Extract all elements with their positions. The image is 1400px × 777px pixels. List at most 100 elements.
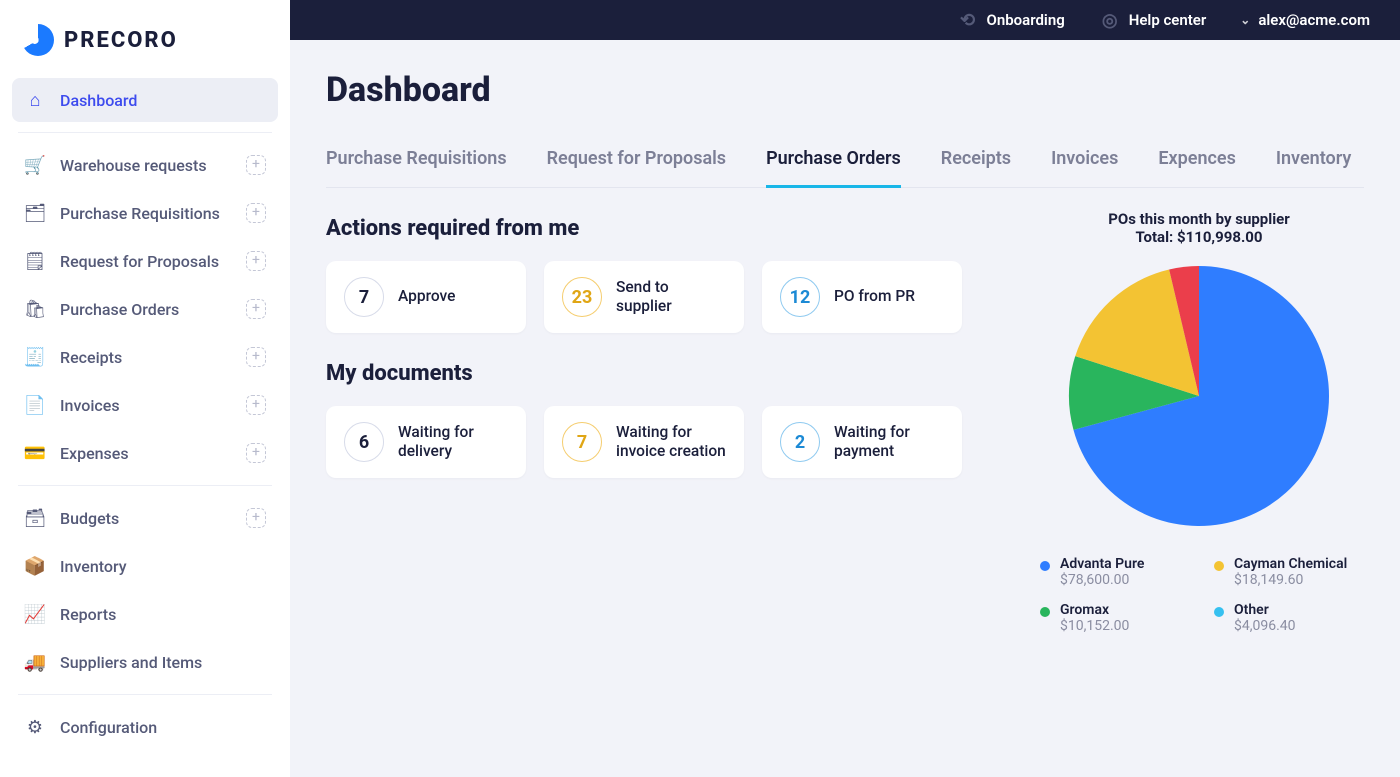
help-label: Help center: [1129, 11, 1207, 29]
add-icon[interactable]: +: [246, 251, 266, 271]
sidebar-item-dashboard[interactable]: ⌂ Dashboard: [12, 78, 278, 122]
legend-name: Advanta Pure: [1060, 556, 1144, 572]
config-icon: ⚙: [24, 716, 46, 738]
sidebar-item-label: Invoices: [60, 396, 120, 415]
help-center-link[interactable]: ◎ Help center: [1099, 9, 1207, 31]
orders-icon: 🛍: [24, 298, 46, 320]
mydocs-cards: 6 Waiting for delivery 7Waiting for invoic…: [326, 406, 994, 478]
sidebar-item-purchase-requisitions[interactable]: 🗂 Purchase Requisitions +: [12, 191, 278, 235]
tab-invoices[interactable]: Invoices: [1051, 134, 1118, 188]
card-label: Approve: [398, 287, 455, 306]
topbar: ⟲ Onboarding ◎ Help center ⌄ alex@acme.c…: [290, 0, 1400, 40]
sidebar-item-label: Suppliers and Items: [60, 653, 202, 672]
sidebar-item-label: Inventory: [60, 557, 127, 576]
tab-purchase-orders[interactable]: Purchase Orders: [766, 134, 901, 188]
user-email: alex@acme.com: [1258, 11, 1370, 29]
count-badge: 7: [344, 277, 384, 317]
action-card-po-from-pr[interactable]: 12PO from PR: [762, 261, 962, 333]
requisition-icon: 🗂: [24, 202, 46, 224]
sidebar-item-budgets[interactable]: 🗃Budgets+: [12, 496, 278, 540]
page-title: Dashboard: [326, 70, 1364, 110]
mydoc-card-waiting-for-invoice-creation[interactable]: 7Waiting for invoice creation: [544, 406, 744, 478]
chart-subtitle: Total: $110,998.00: [1034, 228, 1364, 246]
onboarding-link[interactable]: ⟲ Onboarding: [957, 9, 1065, 31]
legend-item-other: Other$4,096.40: [1214, 602, 1358, 634]
brand-logo[interactable]: PRECORO: [10, 18, 280, 74]
sidebar-item-label: Receipts: [60, 348, 122, 367]
tab-purchase-requisitions[interactable]: Purchase Requisitions: [326, 134, 507, 188]
sidebar-item-inventory[interactable]: 📦 Inventory: [12, 544, 278, 588]
nav-divider: [18, 132, 272, 133]
rocket-icon: ⟲: [957, 9, 979, 31]
add-icon[interactable]: +: [246, 203, 266, 223]
tab-receipts[interactable]: Receipts: [941, 134, 1011, 188]
sidebar-item-reports[interactable]: 📈Reports: [12, 592, 278, 636]
tab-request-for-proposals[interactable]: Request for Proposals: [547, 134, 726, 188]
tab-inventory[interactable]: Inventory: [1276, 134, 1351, 188]
main: ⟲ Onboarding ◎ Help center ⌄ alex@acme.c…: [290, 0, 1400, 777]
action-card-approve[interactable]: 7 Approve: [326, 261, 526, 333]
mydoc-card-waiting-for-payment[interactable]: 2 Waiting for payment: [762, 406, 962, 478]
sidebar-item-label: Purchase Requisitions: [60, 204, 220, 223]
expenses-icon: 💳: [24, 442, 46, 464]
suppliers-icon: 🚚: [24, 651, 46, 673]
lifebuoy-icon: ◎: [1099, 9, 1121, 31]
sidebar-item-warehouse-requests[interactable]: 🛒Warehouse requests+: [12, 143, 278, 187]
card-label: Waiting for payment: [834, 423, 944, 462]
swatch-icon: [1214, 607, 1224, 617]
sidebar-item-request-for-proposals[interactable]: 🗒 Request for Proposals +: [12, 239, 278, 283]
count-badge: 2: [780, 422, 820, 462]
sidebar-item-suppliers-and-items[interactable]: 🚚 Suppliers and Items: [12, 640, 278, 684]
tabs: Purchase Requisitions Request for Proposa…: [326, 134, 1364, 188]
mydocs-title: My documents: [326, 361, 994, 386]
sidebar-item-label: Reports: [60, 605, 116, 624]
mydoc-card-waiting-for-delivery[interactable]: 6 Waiting for delivery: [326, 406, 526, 478]
sidebar-item-label: Dashboard: [60, 91, 137, 110]
chart-title: POs this month by supplier: [1034, 210, 1364, 228]
legend-name: Other: [1234, 602, 1296, 618]
legend-item-gromax: Gromax$10,152.00: [1040, 602, 1184, 634]
add-icon[interactable]: +: [246, 299, 266, 319]
count-badge: 23: [562, 277, 602, 317]
chart-legend: Advanta Pure$78,600.00 Cayman Chemical$18…: [1034, 556, 1364, 634]
legend-item-cayman-chemical: Cayman Chemical$18,149.60: [1214, 556, 1358, 588]
logo-icon: [22, 24, 54, 56]
swatch-icon: [1214, 561, 1224, 571]
legend-item-advanta-pure: Advanta Pure$78,600.00: [1040, 556, 1184, 588]
add-icon[interactable]: +: [246, 347, 266, 367]
add-icon[interactable]: +: [246, 443, 266, 463]
legend-value: $10,152.00: [1060, 618, 1129, 634]
sidebar-item-label: Configuration: [60, 718, 157, 737]
card-label: Waiting for delivery: [398, 423, 508, 462]
home-icon: ⌂: [24, 89, 46, 111]
tab-expences[interactable]: Expences: [1158, 134, 1235, 188]
sidebar-item-expenses[interactable]: 💳 Expenses +: [12, 431, 278, 475]
content: Dashboard Purchase Requisitions Request f…: [290, 40, 1400, 777]
card-label: Send to supplier: [616, 278, 726, 317]
user-menu[interactable]: ⌄ alex@acme.com: [1240, 11, 1370, 29]
sidebar-item-invoices[interactable]: 📄Invoices+: [12, 383, 278, 427]
warehouse-icon: 🛒: [24, 154, 46, 176]
action-card-send-to-supplier[interactable]: 23 Send to supplier: [544, 261, 744, 333]
swatch-icon: [1040, 561, 1050, 571]
card-label: PO from PR: [834, 287, 915, 306]
legend-value: $4,096.40: [1234, 618, 1296, 634]
inventory-icon: 📦: [24, 555, 46, 577]
add-icon[interactable]: +: [246, 508, 266, 528]
sidebar-item-label: Expenses: [60, 444, 129, 463]
card-label: Waiting for invoice creation: [616, 423, 726, 462]
sidebar-item-receipts[interactable]: 🧾Receipts+: [12, 335, 278, 379]
add-icon[interactable]: +: [246, 395, 266, 415]
add-icon[interactable]: +: [246, 155, 266, 175]
chart-panel: POs this month by supplier Total: $110,9…: [1034, 210, 1364, 634]
sidebar-item-label: Request for Proposals: [60, 252, 219, 271]
sidebar-item-label: Budgets: [60, 509, 119, 528]
count-badge: 6: [344, 422, 384, 462]
rfp-icon: 🗒: [24, 250, 46, 272]
onboarding-label: Onboarding: [987, 11, 1065, 29]
sidebar-item-configuration[interactable]: ⚙ Configuration: [12, 705, 278, 749]
sidebar-item-purchase-orders[interactable]: 🛍Purchase Orders+: [12, 287, 278, 331]
pie-chart: [1034, 256, 1364, 536]
chevron-down-icon: ⌄: [1240, 13, 1250, 27]
swatch-icon: [1040, 607, 1050, 617]
